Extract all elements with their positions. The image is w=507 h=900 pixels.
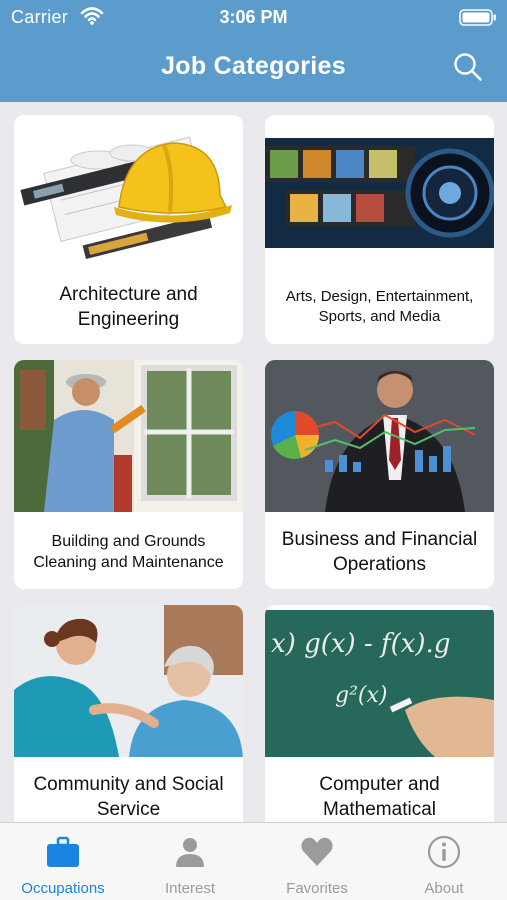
tab-favorites[interactable]: Favorites [254, 823, 380, 900]
tab-about[interactable]: About [381, 823, 507, 900]
category-card-arts-design-media[interactable]: Arts, Design, Entertainment, Sports, and… [265, 115, 494, 344]
heart-icon [300, 835, 334, 869]
chalkboard-math-image: x) g(x) - f(x).g g²(x) [265, 610, 494, 757]
tab-bar: Occupations Interest Favorites About [0, 822, 507, 900]
navigation-bar: Job Categories [0, 34, 507, 102]
category-grid: Architecture and Engineering Arts, Desig… [0, 102, 507, 822]
category-card-computer-mathematical[interactable]: x) g(x) - f(x).g g²(x) Computer and Math… [265, 605, 494, 822]
status-time: 3:06 PM [219, 7, 288, 27]
category-card-architecture-engineering[interactable]: Architecture and Engineering [14, 115, 243, 344]
briefcase-icon [46, 835, 80, 869]
svg-text:g²(x): g²(x) [335, 683, 387, 708]
tab-interest[interactable]: Interest [127, 823, 253, 900]
category-label: Community and Social Service [33, 774, 224, 820]
category-card-building-grounds[interactable]: Building and Grounds Cleaning and Mainte… [14, 360, 243, 589]
category-label: Computer and Mathematical [319, 774, 440, 820]
category-card-community-social[interactable]: Community and Social Service [14, 605, 243, 822]
info-icon [427, 835, 461, 869]
battery-icon [459, 9, 497, 26]
tab-label: Occupations [21, 880, 105, 897]
search-icon[interactable] [453, 52, 483, 82]
businessman-charts-image [265, 360, 494, 512]
caregiver-elderly-image [14, 605, 243, 757]
hard-hat-blueprints-image [14, 115, 243, 265]
tab-label: About [424, 880, 464, 897]
tab-label: Interest [164, 880, 216, 897]
worker-window-image [14, 360, 243, 512]
category-label: Business and Financial Operations [281, 529, 478, 575]
tab-label: Favorites [286, 880, 348, 897]
film-strip-media-image [265, 138, 494, 248]
category-card-business-financial[interactable]: Business and Financial Operations [265, 360, 494, 589]
page-title: Job Categories [161, 52, 346, 80]
tab-occupations[interactable]: Occupations [0, 823, 126, 900]
svg-text:x) g(x) - f(x).g: x) g(x) - f(x).g [271, 629, 450, 659]
category-label: Building and Grounds Cleaning and Mainte… [33, 533, 224, 571]
category-label: Arts, Design, Entertainment, Sports, and… [285, 288, 474, 325]
person-icon [173, 835, 207, 869]
category-label: Architecture and Engineering [59, 284, 198, 330]
status-bar: Carrier 3:06 PM [0, 0, 507, 34]
